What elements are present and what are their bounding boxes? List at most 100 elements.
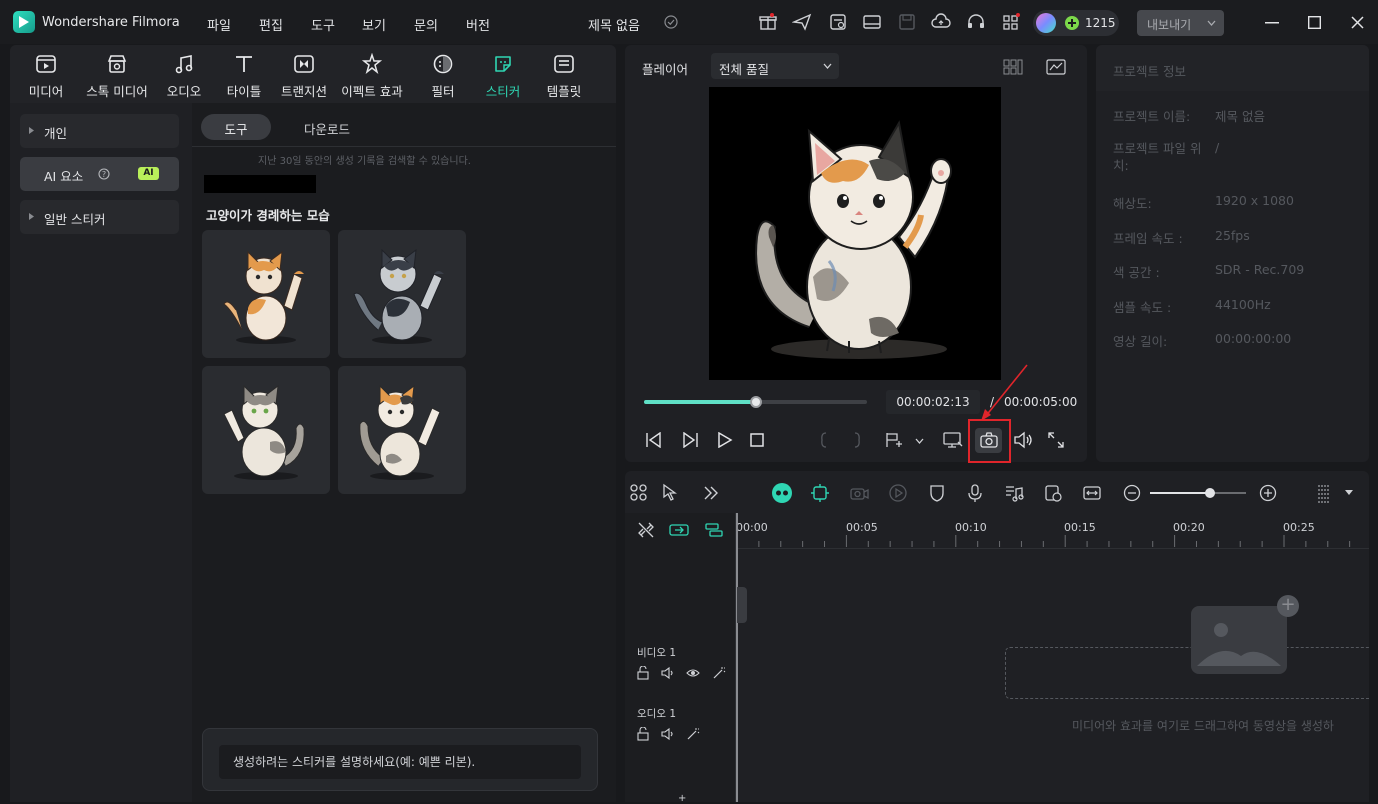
magic-wand-icon[interactable]	[712, 666, 726, 680]
save-icon[interactable]	[897, 13, 917, 31]
toolbar-media[interactable]: 미디어	[10, 51, 82, 100]
menu-edit[interactable]: 편집	[259, 15, 283, 34]
tab-download[interactable]: 다운로드	[291, 114, 363, 140]
project-title: 제목 없음	[588, 19, 640, 34]
playback-scrubber-handle[interactable]	[749, 396, 762, 408]
toolbar-stock-media[interactable]: 스톡 미디어	[79, 51, 155, 100]
play-icon[interactable]	[717, 432, 733, 448]
cat-preview-image	[755, 120, 952, 359]
snapshot-button[interactable]	[975, 428, 1002, 453]
shield-mask-icon[interactable]	[927, 483, 947, 503]
menu-tools[interactable]: 도구	[311, 15, 335, 34]
audio-list-icon[interactable]	[1004, 483, 1024, 503]
export-label: 내보내기	[1147, 18, 1192, 32]
sticker-card[interactable]	[338, 366, 466, 494]
next-frame-icon[interactable]	[681, 432, 699, 448]
layout-icon[interactable]	[862, 13, 882, 31]
credits-badge[interactable]: 1215	[1033, 10, 1119, 36]
redacted-block	[204, 175, 316, 193]
sidebar-item-ai-elements[interactable]: AI 요소 ? AI	[20, 157, 179, 191]
sidebar-item-personal[interactable]: 개인	[20, 114, 179, 148]
apps-grid-icon[interactable]	[1001, 13, 1021, 31]
chevron-down-icon[interactable]	[915, 438, 924, 444]
gift-icon[interactable]	[758, 13, 778, 31]
zoom-out-icon[interactable]	[1122, 483, 1142, 503]
text-t-icon	[236, 56, 252, 72]
ai-mate-icon[interactable]	[771, 482, 793, 504]
speaker-icon[interactable]	[661, 666, 675, 680]
menu-file[interactable]: 파일	[207, 15, 231, 34]
zoom-in-icon[interactable]	[1258, 483, 1278, 503]
display-monitor-icon[interactable]	[943, 431, 963, 449]
track-label-video: 비디오 1	[637, 647, 676, 659]
sticker-card[interactable]	[202, 230, 330, 358]
unlink-icon[interactable]	[637, 521, 655, 539]
toolbar-transitions[interactable]: 트랜지션	[268, 51, 340, 100]
quality-select[interactable]: 전체 품질	[711, 53, 839, 79]
cloud-upload-icon[interactable]	[931, 13, 951, 31]
minimize-icon[interactable]	[1265, 22, 1279, 24]
zoom-slider-handle[interactable]	[1205, 488, 1215, 498]
mark-out-icon[interactable]	[854, 432, 862, 448]
magic-wand-icon[interactable]	[686, 727, 700, 741]
headset-icon[interactable]	[966, 13, 986, 31]
drop-zone[interactable]	[1005, 647, 1369, 699]
sticker-card[interactable]	[202, 366, 330, 494]
caret-down-icon[interactable]	[1345, 490, 1353, 496]
microphone-icon[interactable]	[965, 483, 985, 503]
stop-icon[interactable]	[750, 433, 764, 447]
chevrons-right-icon[interactable]	[701, 483, 721, 503]
send-icon[interactable]	[792, 13, 812, 31]
cloud-task-icon[interactable]	[828, 13, 848, 31]
clip-speed-icon[interactable]	[1043, 483, 1063, 503]
sticker-card[interactable]	[338, 230, 466, 358]
ruler-label: 00:05	[846, 521, 878, 534]
lock-icon[interactable]	[636, 666, 650, 680]
tab-tool[interactable]: 도구	[201, 114, 271, 140]
help-circle-icon[interactable]: ?	[98, 168, 110, 180]
title-bar: Wondershare Filmora 파일 편집 도구 보기 문의 버전 제목…	[0, 0, 1378, 44]
sidebar-item-general-stickers[interactable]: 일반 스티커	[20, 200, 179, 234]
track-height-icon[interactable]	[1314, 483, 1334, 503]
template-icon	[554, 55, 574, 73]
menu-help[interactable]: 문의	[414, 15, 438, 34]
waveform-chart-icon[interactable]	[1046, 59, 1066, 75]
toolbar-templates[interactable]: 템플릿	[528, 51, 600, 100]
add-media-plus-icon[interactable]: +	[1277, 595, 1299, 617]
play-circle-icon[interactable]	[888, 483, 908, 503]
project-info-title: 프로젝트 정보	[1113, 64, 1186, 79]
menu-view[interactable]: 보기	[362, 15, 386, 34]
previous-frame-icon[interactable]	[645, 432, 663, 448]
close-icon[interactable]	[1351, 16, 1364, 29]
auto-highlight-icon[interactable]	[810, 483, 830, 503]
lock-icon[interactable]	[636, 727, 650, 741]
speaker-icon[interactable]	[661, 727, 675, 741]
maximize-icon[interactable]	[1308, 16, 1321, 29]
fullscreen-icon[interactable]	[1048, 432, 1064, 448]
add-track-plus-icon[interactable]: +	[678, 793, 686, 804]
mark-in-icon[interactable]	[819, 432, 827, 448]
sticker-prompt-input[interactable]	[219, 745, 581, 779]
current-time[interactable]: 00:00:02:13	[886, 390, 980, 414]
preview-canvas[interactable]	[709, 87, 1001, 380]
volume-icon[interactable]	[1013, 431, 1033, 449]
eye-icon[interactable]	[686, 666, 700, 680]
avatar[interactable]	[1036, 13, 1056, 33]
layout-grid-icon[interactable]	[629, 483, 649, 503]
camera-record-icon[interactable]	[849, 483, 869, 503]
menu-version[interactable]: 버전	[466, 15, 490, 34]
info-key: 색 공간 :	[1113, 265, 1160, 280]
playhead[interactable]	[736, 513, 738, 802]
grid-view-icon[interactable]	[1003, 59, 1023, 75]
player-panel: 플레이어 전체 품질 00:00:02:13 / 00:00:05:00	[625, 45, 1087, 463]
media-icon	[36, 55, 56, 73]
playhead-grip[interactable]	[737, 587, 747, 623]
fit-width-icon[interactable]	[1082, 483, 1102, 503]
toolbar-effects[interactable]: 이펙트 효과	[334, 51, 410, 100]
link-track-icon[interactable]	[669, 522, 689, 538]
add-track-icon[interactable]	[704, 522, 724, 538]
info-value: 25fps	[1215, 228, 1250, 243]
export-button[interactable]: 내보내기	[1137, 10, 1224, 36]
insert-clip-icon[interactable]	[885, 432, 903, 448]
select-pointer-icon[interactable]	[661, 483, 681, 503]
